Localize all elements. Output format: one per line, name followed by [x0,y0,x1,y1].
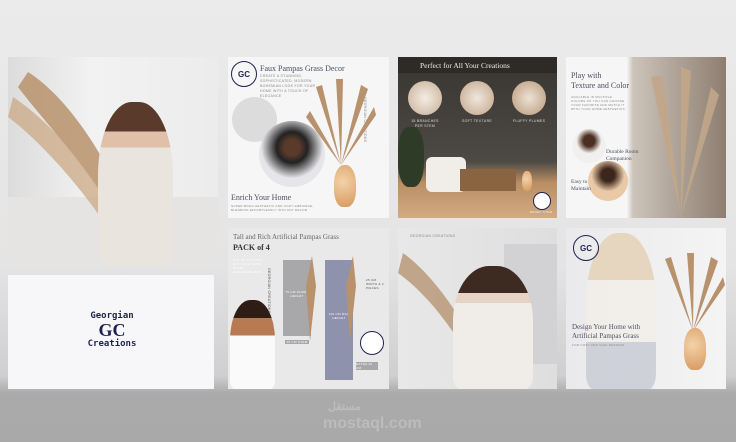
feature2-line2: Maintain [571,186,591,192]
plant [398,127,424,187]
woman [453,266,533,389]
stem-detail-circle [360,331,384,355]
feature1-line2: Companion [606,156,632,162]
brand-logo: Georgian GC Creations [80,298,144,362]
pampas-tall [651,67,719,217]
logo-monogram: GC [98,320,126,340]
feature-label-3: Fluffy plumes [512,119,546,123]
title-line1: Play with [571,71,602,80]
bendy-stem-badge [533,192,551,210]
feature-label-2: Soft texture [461,119,493,123]
feature1-line1: Durable Room [606,149,639,155]
extra-label: Extra 20 cm [356,362,378,370]
title-line2: Texture and Color [571,81,630,90]
pampas-bouquet [306,79,376,165]
title-line1: Design Your Home with [572,323,641,331]
title: Tall and Rich Artificial Pampas Grass [233,233,339,241]
brand-logo-small: GC [573,235,599,261]
woman-holding-pampas [98,102,173,265]
feature-circle-2 [460,81,494,115]
vase [334,165,356,207]
feature-circle-3 [512,81,546,115]
badge-label: Bendy stem [530,210,553,214]
title-line2: Artificial Pampas Grass [572,332,639,340]
tile-woman-pampas: GEORGIAN CREATIONS [398,228,557,389]
title: Perfect for All Your Creations [420,61,510,70]
vase [522,171,532,191]
feature-circle-1 [408,81,442,115]
logo-bottom-text: Creations [87,339,137,349]
woman-circle-2 [588,161,628,201]
brand-logo-small: GC [231,61,257,87]
hero-photo [8,57,218,265]
feature2-line1: Easy to [571,179,588,185]
pampas-bouquet [665,253,725,331]
woman-pointing [230,300,275,389]
body2: Super boho aesthetic and cozy ambiance, … [231,204,314,212]
heading2: Enrich Your Home [231,193,292,202]
tile-perfect: Perfect for All Your Creations 18 branch… [398,57,557,218]
woman-laughing [586,233,656,389]
body: Available in multiple colors so you can … [571,95,625,111]
label: GEORGIAN CREATIONS [410,234,456,238]
watermark: mostaql.com [323,415,422,432]
woman-circle-1 [572,129,606,163]
sideboard [460,169,516,191]
vase [684,328,706,370]
tile-pack-of-4: Tall and Rich Artificial Pampas Grass PA… [228,228,389,389]
side-label: GEORGIAN CREATIONS [267,268,271,314]
note: Cut to fit into any vase, even plant arr… [233,258,262,274]
tile-texture: Play with Texture and Color Available in… [566,57,726,218]
logo-card: Georgian GC Creations [8,275,214,389]
tile-design-home: GC Design Your Home with Artificial Pamp… [566,228,726,389]
tile-faux-pampas: GC Faux Pampas Grass Decor Create a stun… [228,57,389,218]
subtitle: For cozy and chic designs [572,343,625,347]
subtitle: PACK of 4 [233,243,270,252]
watermark-arabic: مستقل [328,401,361,413]
title: Faux Pampas Grass Decor [260,64,345,73]
